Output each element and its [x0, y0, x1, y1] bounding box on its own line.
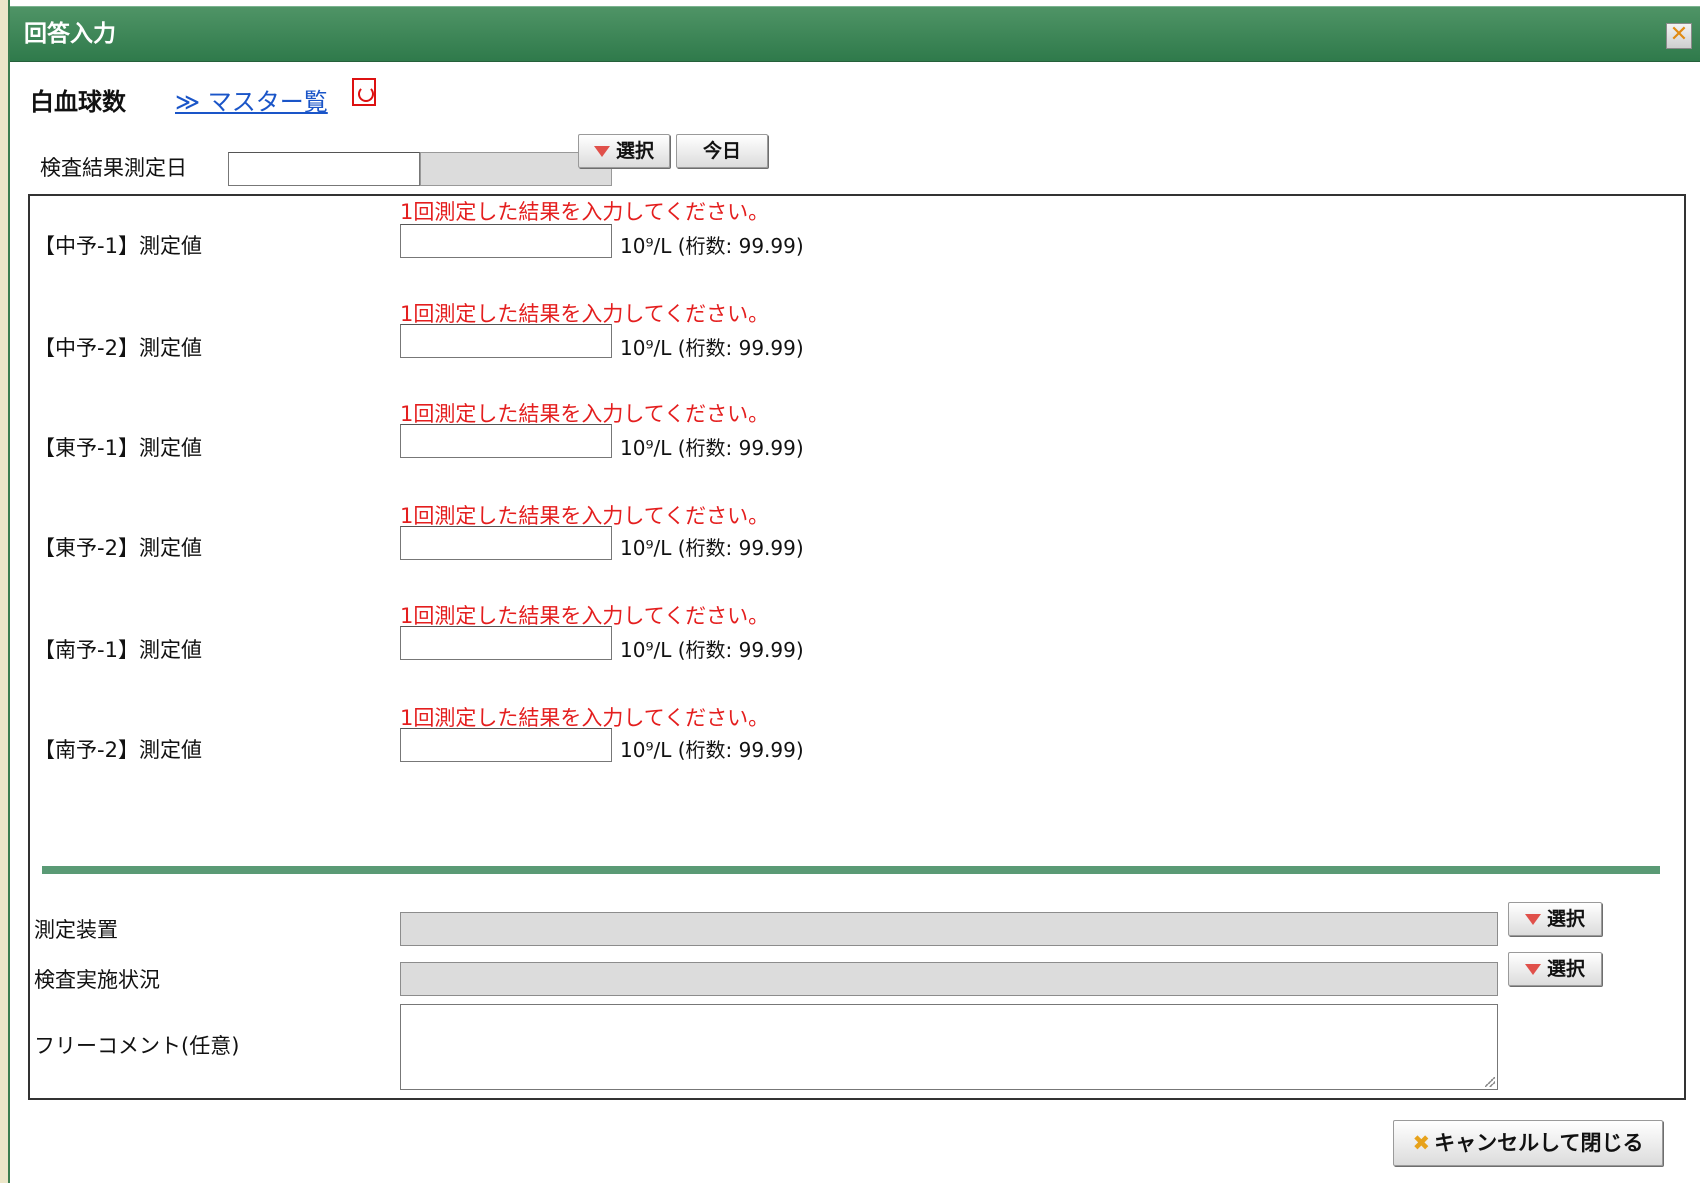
measurement-input[interactable]	[400, 424, 612, 458]
measurement-input[interactable]	[400, 224, 612, 258]
status-select-button[interactable]: 選択	[1508, 952, 1602, 986]
measurement-unit: 10⁹/L (桁数: 99.99)	[620, 738, 804, 762]
section-divider	[42, 866, 1660, 874]
measurement-unit: 10⁹/L (桁数: 99.99)	[620, 536, 804, 560]
measurement-date-input[interactable]	[228, 152, 420, 186]
dialog-title: 回答入力	[24, 21, 116, 47]
measurement-input[interactable]	[400, 526, 612, 560]
subject-title: 白血球数	[30, 88, 126, 116]
measurement-label: 【中予-1】測定値	[34, 234, 202, 258]
measurement-label: 【東予-1】測定値	[34, 436, 202, 460]
device-field	[400, 912, 1498, 946]
measurement-date-label: 検査結果測定日	[40, 156, 187, 180]
measurement-unit: 10⁹/L (桁数: 99.99)	[620, 234, 804, 258]
cancel-x-icon: ✖	[1412, 1131, 1431, 1155]
input-notice: 1回測定した結果を入力してください。	[400, 200, 770, 224]
measurement-label: 【南予-1】測定値	[34, 638, 202, 662]
dialog-titlebar: 回答入力 ✕	[10, 6, 1700, 62]
triangle-down-icon	[1524, 914, 1541, 925]
answer-input-dialog: 回答入力 ✕ 白血球数 ≫ マスター覧 検査結果測定日 選択 今日 1回測定した…	[8, 0, 1700, 1183]
status-field	[400, 962, 1498, 996]
comment-label: フリーコメント(任意)	[34, 1034, 240, 1058]
measurement-input[interactable]	[400, 324, 612, 358]
close-icon[interactable]: ✕	[1666, 23, 1692, 49]
measurement-unit: 10⁹/L (桁数: 99.99)	[620, 336, 804, 360]
measurement-label: 【南予-2】測定値	[34, 738, 202, 762]
free-comment-textarea[interactable]	[400, 1004, 1498, 1090]
triangle-down-icon	[1524, 964, 1541, 975]
resize-grip-icon[interactable]	[1485, 1077, 1495, 1087]
master-list-link[interactable]: ≫ マスター覧	[175, 82, 328, 117]
measurement-label: 【東予-2】測定値	[34, 536, 202, 560]
measurement-panel: 1回測定した結果を入力してください。 【中予-1】測定値 10⁹/L (桁数: …	[28, 194, 1686, 1100]
today-button[interactable]: 今日	[676, 134, 768, 168]
measurement-unit: 10⁹/L (桁数: 99.99)	[620, 436, 804, 460]
cancel-close-button[interactable]: ✖ キャンセルして閉じる	[1393, 1120, 1663, 1166]
measurement-input[interactable]	[400, 626, 612, 660]
measurement-unit: 10⁹/L (桁数: 99.99)	[620, 638, 804, 662]
measurement-input[interactable]	[400, 728, 612, 762]
date-select-button[interactable]: 選択	[578, 134, 670, 168]
pdf-icon[interactable]	[352, 78, 376, 106]
device-label: 測定装置	[34, 918, 118, 942]
device-select-button[interactable]: 選択	[1508, 902, 1602, 936]
status-label: 検査実施状況	[34, 968, 160, 992]
measurement-label: 【中予-2】測定値	[34, 336, 202, 360]
triangle-down-icon	[593, 146, 610, 157]
